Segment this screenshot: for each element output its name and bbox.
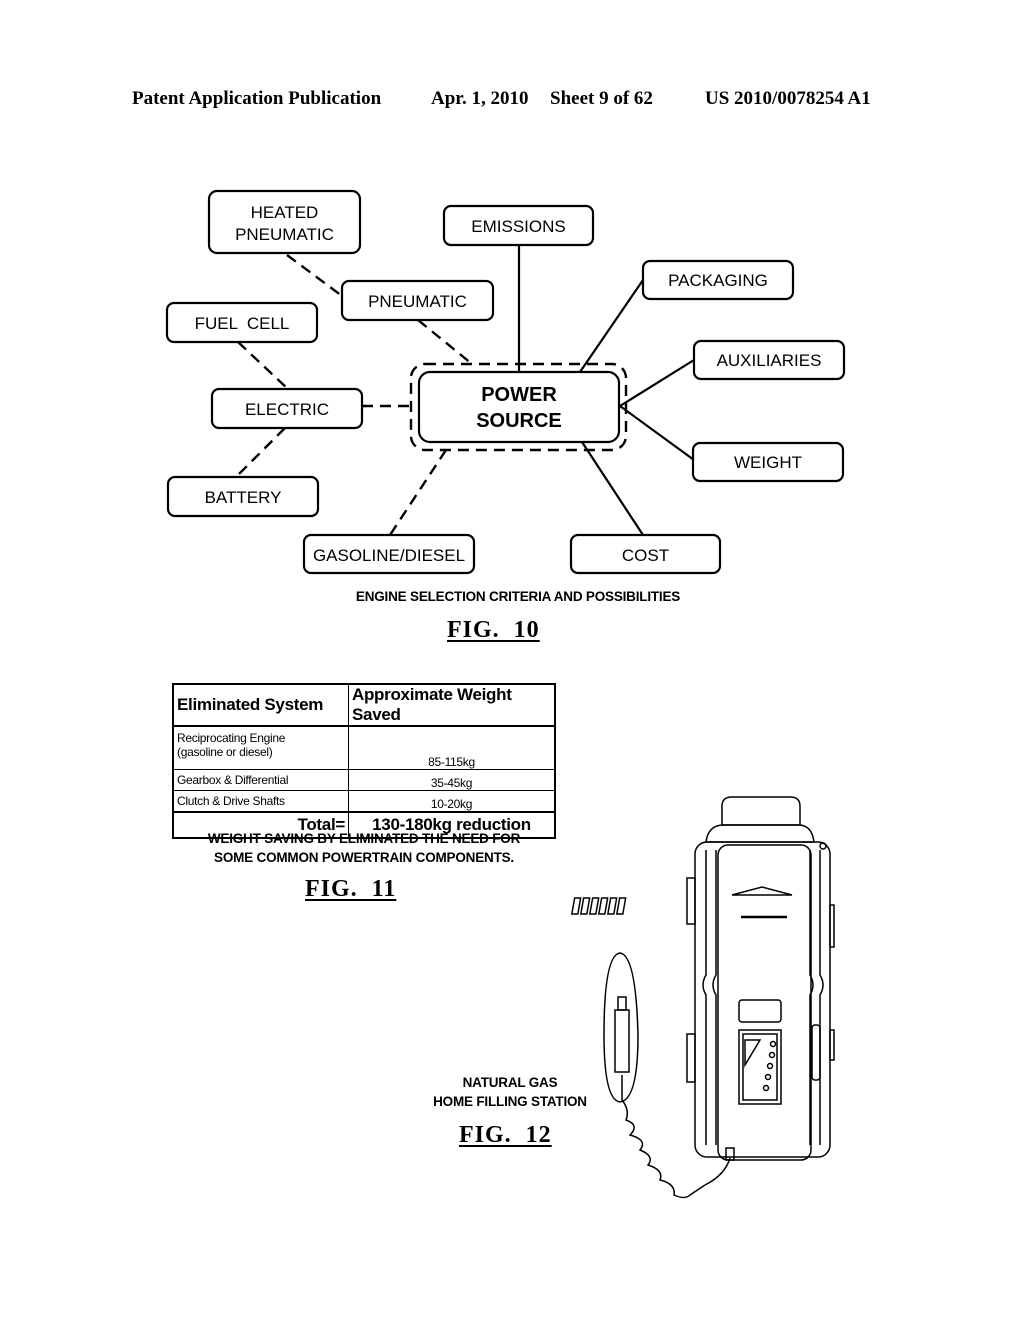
- nozzle-holster: [603, 952, 639, 1103]
- node-emissions-label: EMISSIONS: [471, 217, 565, 236]
- left-rail-inner: [712, 850, 717, 1145]
- cell-weight: 35-45kg: [348, 769, 556, 791]
- indicator-light: [764, 1073, 772, 1081]
- node-cost-label: COST: [622, 546, 669, 565]
- indicator-light: [766, 1062, 774, 1070]
- column-header-weight: Approximate Weight Saved: [348, 683, 556, 727]
- right-side-tab-top: [829, 904, 835, 948]
- node-auxiliaries-label: AUXILIARIES: [717, 351, 822, 370]
- logo-icon: [570, 897, 627, 915]
- node-pneumatic-label: PNEUMATIC: [368, 292, 467, 311]
- cell-system-line2: (gasoline or diesel): [177, 745, 273, 759]
- nozzle-handle: [614, 1009, 630, 1073]
- fig12-label: FIG. 12: [459, 1122, 552, 1148]
- station-top-cap: [721, 796, 801, 826]
- edge-battery: [235, 427, 286, 478]
- indicator-light: [768, 1051, 776, 1059]
- station-face: [717, 844, 812, 1161]
- indicator-light: [762, 1084, 770, 1092]
- power-source-line2: SOURCE: [476, 410, 562, 432]
- hose-line: [704, 1157, 731, 1186]
- right-rail: [819, 850, 824, 1145]
- coiled-hose: [621, 1075, 706, 1199]
- edge-gasoline: [388, 449, 448, 536]
- cell-weight: 85-115kg: [348, 725, 556, 770]
- table-row: Gearbox & Differential 35-45kg: [172, 769, 556, 791]
- power-source-line1: POWER: [481, 384, 557, 406]
- edge-weight: [619, 405, 695, 461]
- node-gasoline-diesel-label: GASOLINE/DIESEL: [313, 546, 465, 565]
- display-window: [738, 999, 782, 1023]
- fig11-caption: WEIGHT SAVING BY ELIMINATED THE NEED FOR…: [172, 829, 556, 867]
- gauge-indicator: [744, 1039, 762, 1068]
- station-shoulder: [705, 824, 815, 843]
- node-packaging-label: PACKAGING: [668, 271, 768, 290]
- fig10-label: FIG. 10: [447, 617, 540, 643]
- right-side-slot: [811, 1024, 821, 1081]
- cell-weight: 10-20kg: [348, 790, 556, 813]
- fig10-caption: ENGINE SELECTION CRITERIA AND POSSIBILIT…: [355, 589, 681, 604]
- table-row: Reciprocating Engine (gasoline or diesel…: [172, 725, 556, 770]
- edge-pneumatic: [417, 319, 473, 365]
- left-rail: [702, 850, 707, 1145]
- node-battery-label: BATTERY: [205, 488, 282, 507]
- cell-system: Reciprocating Engine (gasoline or diesel…: [172, 725, 349, 770]
- logo-roof: [731, 886, 793, 896]
- table-row: Clutch & Drive Shafts 10-20kg: [172, 790, 556, 813]
- cell-system: Gearbox & Differential: [172, 769, 349, 791]
- nozzle-tip: [617, 996, 627, 1011]
- weight-savings-table: Eliminated System Approximate Weight Sav…: [172, 683, 556, 839]
- edge-packaging: [579, 279, 644, 373]
- indicator-light: [769, 1040, 777, 1048]
- column-header-system: Eliminated System: [172, 683, 349, 727]
- cell-system: Clutch & Drive Shafts: [172, 790, 349, 813]
- edge-cost: [581, 441, 644, 536]
- right-side-tab-bottom: [829, 1029, 835, 1061]
- node-heated-pneumatic-line1: HEATED: [251, 203, 319, 222]
- node-weight-label: WEIGHT: [734, 453, 802, 472]
- filling-station-illustration: [570, 796, 835, 1199]
- fig11-label: FIG. 11: [305, 876, 397, 902]
- corner-screw: [819, 842, 827, 850]
- fig10-diagram: HEATED PNEUMATIC EMISSIONS PNEUMATIC PAC…: [165, 189, 846, 575]
- edge-heated-pneumatic: [286, 254, 343, 297]
- edge-auxiliaries: [619, 359, 695, 407]
- cell-system-line1: Reciprocating Engine: [177, 731, 286, 745]
- node-electric-label: ELECTRIC: [245, 400, 329, 419]
- table-header-row: Eliminated System Approximate Weight Sav…: [172, 683, 556, 727]
- node-fuel-cell-label: FUEL CELL: [195, 314, 290, 333]
- left-button-strip-top: [686, 877, 696, 925]
- fig11-caption-line1: WEIGHT SAVING BY ELIMINATED THE NEED FOR: [207, 831, 521, 846]
- node-heated-pneumatic-line2: PNEUMATIC: [235, 225, 334, 244]
- fig11-caption-line2: SOME COMMON POWERTRAIN COMPONENTS.: [214, 850, 514, 865]
- left-button-strip-bottom: [686, 1033, 696, 1083]
- edge-fuel-cell: [237, 341, 289, 390]
